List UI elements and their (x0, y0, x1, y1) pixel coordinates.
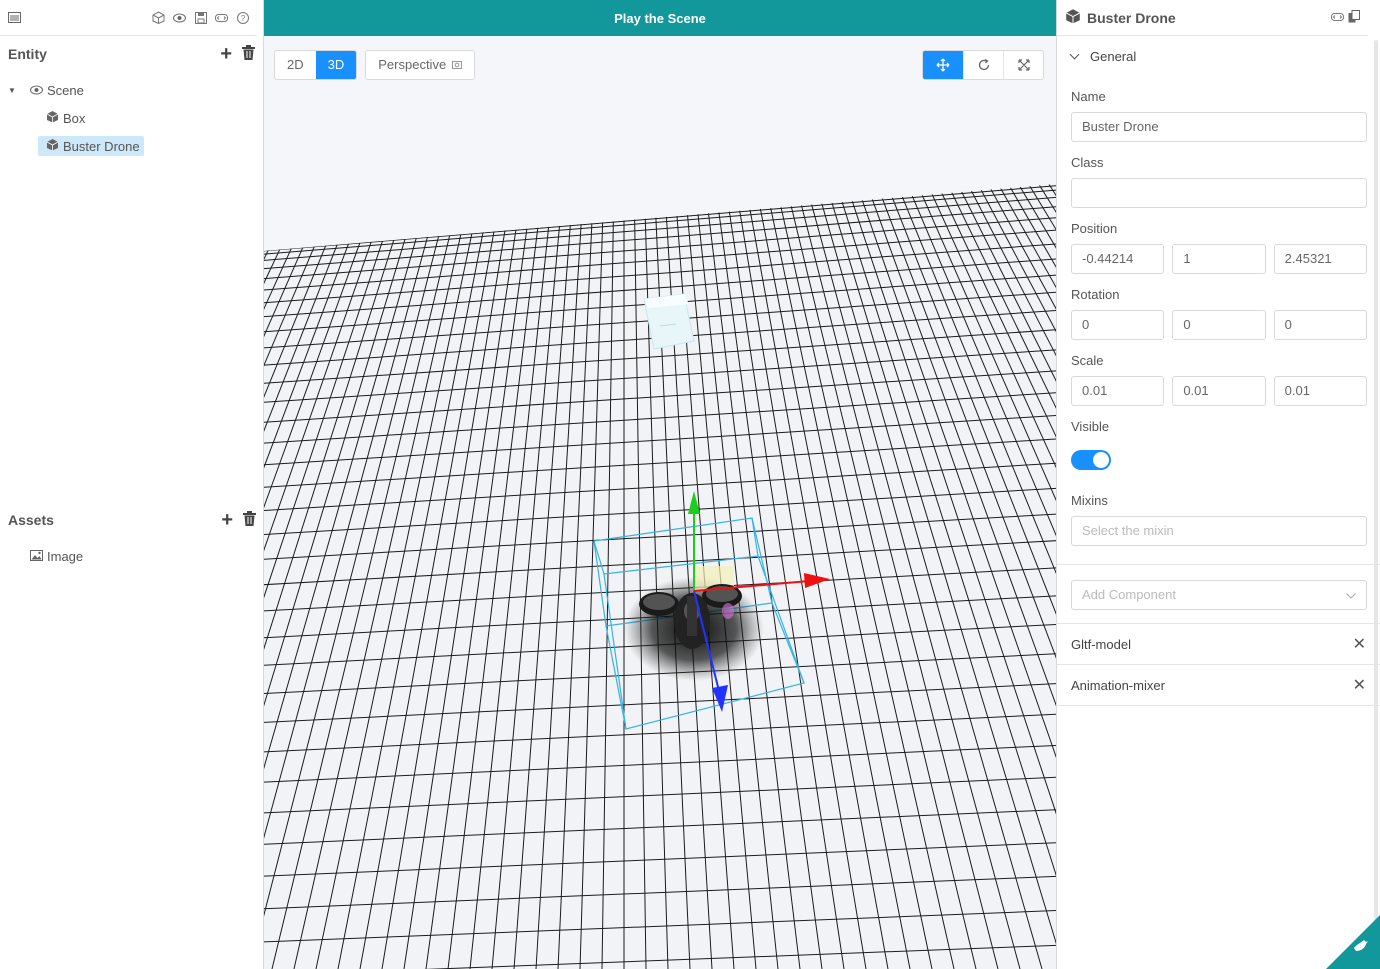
cube-icon[interactable] (152, 11, 165, 24)
remove-component-icon[interactable]: ✕ (1353, 675, 1366, 695)
camera-select[interactable]: Perspective (365, 50, 476, 80)
scale-label: Scale (1071, 353, 1104, 368)
assets-title: Assets (8, 512, 54, 528)
entity-title: Entity (8, 46, 47, 62)
scale-tool-icon[interactable] (1003, 51, 1043, 79)
class-label: Class (1071, 155, 1104, 170)
camera-icon (452, 51, 463, 79)
eye-icon[interactable] (30, 83, 43, 98)
tree-label: Buster Drone (63, 138, 140, 154)
cube-icon (46, 138, 59, 154)
general-label: General (1090, 48, 1137, 64)
chevron-down-icon (1346, 581, 1356, 609)
mixins-label: Mixins (1071, 493, 1108, 508)
position-label: Position (1071, 221, 1118, 236)
transform-tools (922, 50, 1044, 80)
tree-item-buster-drone[interactable]: Buster Drone (0, 132, 263, 160)
rotate-tool-icon[interactable] (963, 51, 1003, 79)
remove-component-icon[interactable]: ✕ (1353, 634, 1366, 654)
section-divider (1057, 564, 1380, 565)
visible-label: Visible (1071, 419, 1110, 434)
general-section-toggle[interactable]: General (1057, 36, 1380, 76)
rotation-z-input[interactable]: 0 (1273, 310, 1367, 340)
general-form: Name Buster Drone Class Position -0.4421… (1057, 76, 1380, 546)
scene-canvas[interactable] (264, 36, 1056, 969)
position-x-input[interactable]: -0.44214 (1071, 244, 1165, 274)
assets-header: Assets + (0, 502, 264, 538)
entity-header: Entity + (0, 36, 263, 72)
scale-z-input[interactable]: 0.01 (1273, 376, 1367, 406)
add-component-select[interactable]: Add Component (1071, 580, 1367, 610)
viewport[interactable]: Play the Scene 2D 3D Perspective (264, 0, 1056, 969)
position-fields: -0.44214 1 2.45321 (1071, 244, 1367, 274)
caret-down-icon[interactable]: ▼ (8, 86, 18, 95)
component-label: Gltf-model (1071, 636, 1131, 652)
dev-icon[interactable] (1331, 10, 1344, 26)
visible-toggle[interactable] (1071, 450, 1111, 470)
entity-name-title: Buster Drone (1087, 9, 1176, 26)
bird-icon[interactable] (1352, 936, 1370, 959)
tree-item-scene[interactable]: ▼ Scene (0, 76, 263, 104)
tree-label: Box (63, 110, 86, 126)
rotation-label: Rotation (1071, 287, 1120, 302)
scale-y-input[interactable]: 0.01 (1172, 376, 1266, 406)
inspector-header: Buster Drone (1057, 0, 1368, 36)
eye-icon[interactable] (173, 11, 186, 24)
mixins-select[interactable]: Select the mixin (1071, 516, 1367, 546)
tree-item-box[interactable]: Box (0, 104, 263, 132)
left-panel: ? Entity + ▼ Scene Box Buster Drone Asse… (0, 0, 264, 969)
add-component-placeholder: Add Component (1082, 587, 1176, 602)
name-label: Name (1071, 89, 1106, 104)
tree-label: Scene (47, 82, 84, 98)
view-mode-switch: 2D 3D (274, 50, 358, 80)
scale-fields: 0.01 0.01 0.01 (1071, 376, 1367, 406)
left-toolbar: ? (0, 0, 257, 36)
scale-x-input[interactable]: 0.01 (1071, 376, 1165, 406)
translate-tool-icon[interactable] (923, 51, 963, 79)
view-toolbar: 2D 3D Perspective (274, 50, 476, 80)
position-z-input[interactable]: 2.45321 (1273, 244, 1367, 274)
asset-item-image[interactable]: Image (30, 542, 83, 570)
cube-icon (46, 110, 59, 126)
class-input[interactable] (1071, 178, 1367, 208)
view-3d-button[interactable]: 3D (315, 51, 357, 79)
delete-entity-icon[interactable] (242, 45, 255, 63)
entity-tree: ▼ Scene Box Buster Drone (0, 76, 263, 160)
add-asset-icon[interactable]: + (221, 510, 233, 530)
component-gltf-model[interactable]: Gltf-model ✕ (1057, 624, 1380, 665)
copy-icon[interactable] (1348, 9, 1360, 26)
rotation-y-input[interactable]: 0 (1172, 310, 1266, 340)
play-scene-button[interactable]: Play the Scene (264, 0, 1056, 36)
inspector-scrollbar[interactable] (1374, 40, 1378, 920)
help-icon[interactable]: ? (236, 11, 249, 24)
position-y-input[interactable]: 1 (1172, 244, 1266, 274)
rotation-x-input[interactable]: 0 (1071, 310, 1165, 340)
rotation-fields: 0 0 0 (1071, 310, 1367, 340)
view-2d-button[interactable]: 2D (275, 51, 316, 79)
cube-icon (1065, 8, 1081, 27)
dev-icon[interactable] (215, 11, 228, 24)
name-input[interactable]: Buster Drone (1071, 112, 1367, 142)
image-icon (30, 549, 43, 564)
svg-text:?: ? (240, 14, 245, 23)
asset-label: Image (47, 548, 84, 564)
component-animation-mixer[interactable]: Animation-mixer ✕ (1057, 665, 1380, 706)
editor-root: ? Entity + ▼ Scene Box Buster Drone Asse… (0, 0, 1380, 969)
chevron-down-icon (1069, 49, 1080, 59)
save-icon[interactable] (194, 11, 207, 24)
add-entity-icon[interactable]: + (220, 44, 232, 64)
camera-label: Perspective (378, 57, 447, 72)
component-label: Animation-mixer (1071, 677, 1165, 693)
menu-icon[interactable] (8, 11, 21, 24)
inspector-panel: Buster Drone General Name Buster Drone C… (1056, 0, 1380, 969)
delete-asset-icon[interactable] (243, 511, 256, 529)
